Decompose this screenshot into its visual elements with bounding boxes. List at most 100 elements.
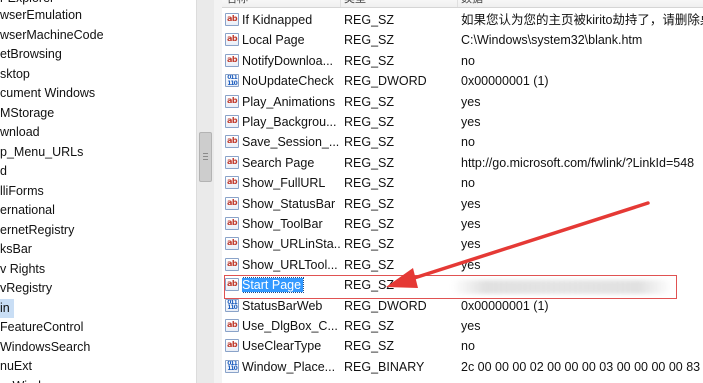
tree-item[interactable]: p_Menu_URLs — [0, 143, 87, 162]
tree-scroll-thumb[interactable] — [199, 132, 212, 182]
value-row[interactable]: ab Start Page REG_SZ — [222, 275, 703, 295]
value-name: Play_Animations — [242, 92, 340, 112]
value-row[interactable]: ab If Kidnapped REG_SZ 如果您认为您的主页被kirito劫持了，… — [222, 10, 703, 30]
value-type: REG_SZ — [344, 257, 395, 272]
column-header-type[interactable]: 类型 — [344, 0, 456, 7]
tree-item[interactable]: v Rights — [0, 260, 49, 279]
value-name: NoUpdateCheck — [242, 71, 340, 91]
string-value-icon: ab — [225, 257, 239, 271]
value-name: Use_DlgBox_C... — [242, 316, 340, 336]
registry-key-tree[interactable]: r ExplorerwserEmulationwserMachineCodeet… — [0, 0, 196, 383]
value-row[interactable]: ab Play_Animations REG_SZ yes — [222, 92, 703, 112]
string-value-icon: ab — [225, 217, 239, 230]
column-header-name[interactable]: 名称 — [226, 0, 336, 7]
tree-item[interactable]: wserEmulation — [0, 6, 86, 25]
binary-value-icon: 011 110 — [225, 359, 239, 373]
tree-item[interactable]: wnload — [0, 123, 44, 142]
value-name: Local Page — [242, 30, 340, 50]
column-header-data[interactable]: 数据 — [461, 0, 701, 7]
string-value-icon: ab — [225, 176, 239, 190]
tree-item[interactable]: in — [0, 298, 14, 318]
value-name-text: Show_FullURL — [242, 176, 326, 191]
grip-line — [203, 153, 208, 154]
value-data: 如果您认为您的主页被kirito劫持了，请删除桌面 — [461, 13, 703, 27]
value-name-text: NotifyDownloa... — [242, 53, 334, 68]
tree-item[interactable]: sktop — [0, 65, 34, 84]
value-row[interactable]: ab Play_Backgrou... REG_SZ yes — [222, 112, 703, 132]
value-data: C:\Windows\system32\blank.htm — [461, 33, 643, 48]
tree-item[interactable]: nuExt — [0, 357, 36, 376]
value-row[interactable]: ab Use_DlgBox_C... REG_SZ yes — [222, 316, 703, 336]
value-name: Start Page — [242, 275, 340, 295]
value-name-text: Local Page — [242, 33, 305, 48]
value-type: REG_SZ — [344, 94, 395, 109]
value-row[interactable]: ab Save_Session_... REG_SZ no — [222, 132, 703, 152]
tree-item[interactable]: lliForms — [0, 182, 48, 201]
value-data: yes — [461, 94, 481, 109]
value-type: REG_SZ — [344, 278, 395, 293]
value-name-text: Use_DlgBox_C... — [242, 319, 338, 333]
string-value-icon: ab — [225, 13, 239, 26]
column-divider[interactable] — [457, 0, 458, 7]
value-row[interactable]: ab Search Page REG_SZ http://go.microsoft.c… — [222, 153, 703, 173]
value-type: REG_SZ — [344, 33, 395, 48]
value-row[interactable]: ab Show_ToolBar REG_SZ yes — [222, 214, 703, 234]
pane-splitter[interactable] — [214, 0, 222, 383]
value-data: 0x00000001 (1) — [461, 74, 549, 89]
value-name-text: Show_StatusBar — [242, 196, 336, 211]
value-data: yes — [461, 319, 481, 333]
value-row[interactable]: ab Show_URLinSta... REG_SZ yes — [222, 234, 703, 254]
list-header: 名称 类型 数据 — [222, 0, 703, 8]
value-row[interactable]: ab Show_FullURL REG_SZ no — [222, 173, 703, 193]
value-name: Window_Place... — [242, 357, 340, 377]
tree-item[interactable]: WindowsSearch — [0, 338, 94, 357]
tree-item[interactable]: ernational — [0, 201, 59, 220]
binary-value-icon: 011 110 — [225, 298, 239, 312]
value-type: REG_BINARY — [344, 359, 425, 374]
value-data: http://go.microsoft.com/fwlink/?LinkId=5… — [461, 155, 695, 170]
value-type: REG_DWORD — [344, 74, 427, 89]
value-name: Save_Session_... — [242, 132, 340, 152]
value-data: yes — [461, 115, 481, 129]
grip-line — [203, 159, 208, 160]
tree-item[interactable]: d — [0, 162, 11, 181]
string-value-icon: ab — [225, 115, 239, 128]
value-name: Show_ToolBar — [242, 214, 340, 234]
string-value-icon: ab — [225, 135, 239, 149]
column-divider[interactable] — [340, 0, 341, 7]
value-name: Play_Backgrou... — [242, 112, 340, 132]
value-row[interactable]: ab NotifyDownloa... REG_SZ no — [222, 51, 703, 71]
value-name: If Kidnapped — [242, 10, 340, 30]
value-data — [461, 275, 703, 295]
string-value-icon: ab — [225, 53, 239, 67]
value-row[interactable]: 011 110 Window_Place... REG_BINARY 2c 00 00… — [222, 357, 703, 377]
tree-scrollbar[interactable] — [196, 0, 214, 383]
tree-item[interactable]: ernetRegistry — [0, 221, 78, 240]
value-name-text: Show_URLTool... — [242, 257, 338, 272]
tree-item[interactable]: wserMachineCode — [0, 26, 108, 45]
tree-item[interactable]: etBrowsing — [0, 45, 66, 64]
value-row[interactable]: ab Local Page REG_SZ C:\Windows\system32\bl… — [222, 30, 703, 50]
value-row[interactable]: 011 110 StatusBarWeb REG_DWORD 0x00000001 (… — [222, 296, 703, 316]
value-row[interactable]: 011 110 NoUpdateCheck REG_DWORD 0x00000001 … — [222, 71, 703, 91]
value-name: Show_URLinSta... — [242, 234, 340, 254]
value-row[interactable]: ab UseClearType REG_SZ no — [222, 336, 703, 356]
tree-item[interactable]: FeatureControl — [0, 318, 87, 337]
value-data: no — [461, 53, 475, 68]
tree-item[interactable]: vRegistry — [0, 279, 56, 298]
tree-item[interactable]: ---Wind--- — [0, 377, 57, 383]
value-name-text: Play_Animations — [242, 94, 336, 109]
value-type: REG_SZ — [344, 135, 395, 150]
value-name: NotifyDownloa... — [242, 51, 340, 71]
string-value-icon: ab — [225, 94, 239, 108]
string-value-icon: ab — [225, 196, 239, 210]
value-row[interactable]: ab Show_URLTool... REG_SZ yes — [222, 255, 703, 275]
tree-item[interactable]: ksBar — [0, 240, 36, 259]
value-name-text: Window_Place... — [242, 359, 336, 374]
tree-item[interactable]: cument Windows — [0, 84, 99, 103]
value-row[interactable]: ab Show_StatusBar REG_SZ yes — [222, 194, 703, 214]
tree-item[interactable]: MStorage — [0, 104, 58, 123]
value-data: yes — [461, 196, 481, 211]
value-data: no — [461, 339, 475, 354]
value-type: REG_DWORD — [344, 298, 427, 313]
